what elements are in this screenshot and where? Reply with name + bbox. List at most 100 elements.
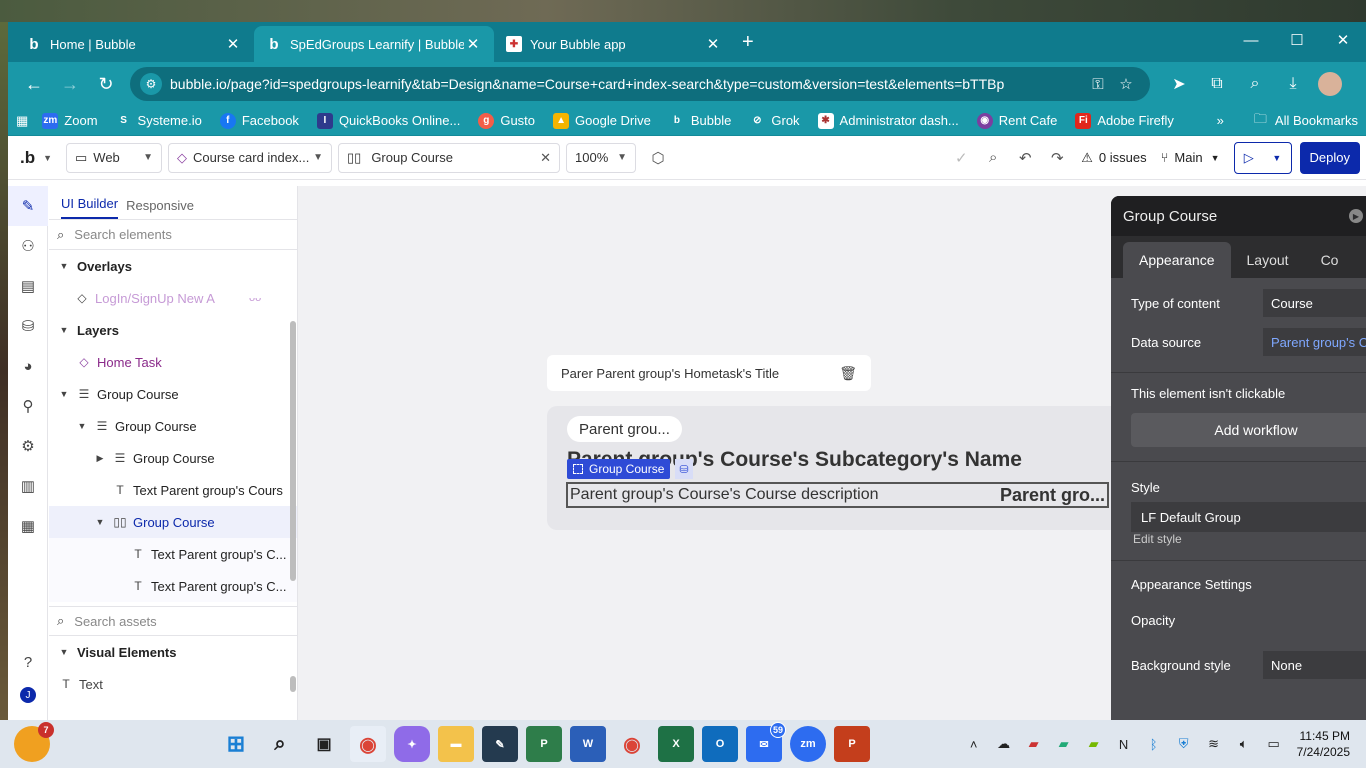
chrome-icon[interactable]: ◉ (350, 726, 386, 762)
layer-group-course[interactable]: ▼ ☰ Group Course (49, 378, 297, 410)
page-dropdown[interactable]: ◇ Course card index... ▼ (168, 142, 332, 173)
close-editor-icon[interactable]: ▶ (1349, 209, 1363, 223)
project-icon[interactable]: P (526, 726, 562, 762)
search-elements[interactable]: ⌕ Search elements (49, 220, 297, 250)
more-bookmarks-icon[interactable]: » (1217, 113, 1224, 128)
bubble-logo-menu[interactable]: .b ▼ (14, 148, 66, 168)
battery-icon[interactable]: ▭ (1259, 729, 1289, 759)
trash-icon[interactable]: 🗑 (839, 365, 857, 382)
profile-avatar[interactable] (1318, 72, 1342, 96)
database-icon[interactable]: ⛁ (675, 459, 693, 479)
bookmark-quickbooks[interactable]: I QuickBooks Online... (316, 112, 460, 129)
tab-appearance[interactable]: Appearance (1123, 242, 1231, 278)
excel-icon[interactable]: X (658, 726, 694, 762)
search-assets[interactable]: ⌕ Search assets (49, 606, 297, 636)
course-card-group[interactable]: Parent grou... Parent group's Course's S… (547, 406, 1127, 530)
tray-app-icon[interactable]: N (1109, 729, 1139, 759)
defender-icon[interactable]: ⛨ (1169, 729, 1199, 759)
new-tab-icon[interactable]: + (742, 31, 754, 54)
bookmark-gusto[interactable]: g Gusto (478, 112, 535, 129)
bookmark-bubble[interactable]: b Bubble (669, 113, 732, 129)
apps-grid-icon[interactable]: ▦ (16, 113, 28, 129)
course-description-text[interactable]: Parent group's Course's Course descripti… (570, 486, 878, 504)
weather-widget-icon[interactable]: 7 (14, 722, 54, 762)
tab-layout[interactable]: Layout (1231, 242, 1305, 278)
volume-icon[interactable]: 🔈︎ (1229, 729, 1259, 759)
settings-gear-icon[interactable]: ⚙ (8, 426, 48, 466)
bookmark-zoom[interactable]: zm Zoom (42, 112, 98, 129)
bookmark-google-drive[interactable]: ▲ Google Drive (553, 112, 651, 129)
layer-home-task[interactable]: ◇ Home Task (49, 346, 297, 378)
help-icon[interactable]: ? (8, 642, 48, 682)
design-pencil-icon[interactable]: ✎ (8, 186, 48, 226)
layers-section[interactable]: ▼ Layers (49, 314, 297, 346)
reload-icon[interactable]: ↻ (88, 68, 124, 100)
file-explorer-icon[interactable]: ▬ (438, 726, 474, 762)
powerpoint-icon[interactable]: P (834, 726, 870, 762)
layer-group-course[interactable]: ▼ ☰ Group Course (49, 410, 297, 442)
cursor-extension-icon[interactable]: ➤ (1160, 68, 1198, 100)
branch-dropdown[interactable]: ⑂ Main ▼ (1161, 150, 1220, 165)
nvidia-icon[interactable]: ▰ (1079, 729, 1109, 759)
add-workflow-button[interactable]: Add workflow (1131, 413, 1366, 447)
property-editor-title-bar[interactable]: Group Course ▶ (1111, 196, 1366, 236)
category-chip[interactable]: Parent grou... (567, 416, 682, 442)
undo-icon[interactable]: ↶ (1009, 143, 1041, 173)
layer-group-course-selected[interactable]: ▼ ▯▯ Group Course (49, 506, 297, 538)
layer-text[interactable]: T Text Parent group's Cours (49, 474, 297, 506)
style-dropdown[interactable]: LF Default Group (1131, 502, 1366, 532)
maximize-icon[interactable]: ☐ (1274, 22, 1320, 58)
word-icon[interactable]: W (570, 726, 606, 762)
assets-scrollbar[interactable] (290, 676, 296, 692)
visual-elements-section[interactable]: ▼ Visual Elements (49, 636, 297, 668)
edit-style-link[interactable]: Edit style (1111, 532, 1366, 550)
element-selector[interactable]: ▯▯ Group Course ✕ (338, 142, 560, 173)
wifi-icon[interactable]: ≋ (1199, 729, 1229, 759)
tab-responsive[interactable]: Responsive (126, 198, 194, 219)
chevron-up-icon[interactable]: ˄ (959, 729, 989, 759)
pen-app-icon[interactable]: ✎ (482, 726, 518, 762)
deploy-button[interactable]: Deploy (1299, 141, 1360, 174)
data-source-expression[interactable]: Parent group's Co (1263, 328, 1366, 356)
cube-icon[interactable]: ⬡ (642, 143, 674, 173)
hometask-title-element[interactable]: Parer Parent group's Hometask's Title 🗑 (547, 355, 871, 391)
layer-text[interactable]: T Text Parent group's C... (49, 538, 297, 570)
type-of-content-dropdown[interactable]: Course (1263, 289, 1366, 317)
preview-button[interactable]: ▷ ▼ (1233, 141, 1292, 174)
bluetooth-icon[interactable]: ᛒ (1139, 729, 1169, 759)
browser-tab-learnify[interactable]: b SpEdGroups Learnify | Bubble E ✕ (254, 26, 494, 62)
bookmark-adobe-firefly[interactable]: Fi Adobe Firefly (1075, 112, 1174, 129)
forward-icon[interactable]: → (52, 68, 88, 100)
address-bar[interactable]: ⚙ bubble.io/page?id=spedgroups-learnify&… (130, 67, 1150, 101)
selected-group-course[interactable]: Parent group's Course's Course descripti… (566, 482, 1109, 508)
bookmark-systeme[interactable]: S Systeme.io (115, 112, 202, 129)
search-icon[interactable]: ⌕ (262, 726, 298, 762)
tab-conditional[interactable]: Co (1305, 242, 1355, 278)
hidden-eye-icon[interactable]: ᴗᴗ (249, 292, 261, 304)
bookmark-admin-dashboard[interactable]: ✱ Administrator dash... (817, 112, 959, 129)
minimize-icon[interactable]: — (1228, 22, 1274, 58)
background-style-dropdown[interactable]: None (1263, 651, 1366, 679)
database-icon[interactable]: ⛁ (8, 306, 48, 346)
clear-icon[interactable]: ✕ (540, 150, 551, 166)
url-text[interactable]: bubble.io/page?id=spedgroups-learnify&ta… (170, 76, 1084, 92)
star-icon[interactable]: ☆ (1112, 75, 1140, 93)
chrome-second-icon[interactable]: ◉ (614, 726, 650, 762)
cloud-icon[interactable]: ☁ (989, 729, 1019, 759)
tab-search-icon[interactable]: ⌕ (1236, 68, 1274, 100)
selected-group-tag[interactable]: Group Course (567, 459, 671, 479)
search-icon[interactable]: ⌕ (977, 143, 1009, 173)
workflow-icon[interactable]: ⚇ (8, 226, 48, 266)
downloads-icon[interactable]: ⤓ (1274, 68, 1312, 100)
right-text[interactable]: Parent gro... (1000, 485, 1105, 506)
issues-indicator[interactable]: ⚠ 0 issues (1081, 150, 1146, 166)
site-info-icon[interactable]: ⚙ (140, 73, 162, 95)
page-layout-icon[interactable]: ▤ (8, 266, 48, 306)
tree-scrollbar[interactable] (290, 321, 296, 581)
palette-icon[interactable]: ◕ (8, 346, 48, 386)
layer-text[interactable]: T Text Parent group's C... (49, 570, 297, 602)
close-window-icon[interactable]: ✕ (1320, 22, 1366, 58)
check-circle-icon[interactable]: ✓ (945, 143, 977, 173)
bookmark-rent-cafe[interactable]: ◉ Rent Cafe (976, 112, 1057, 129)
layer-group-course[interactable]: ▶ ☰ Group Course (49, 442, 297, 474)
